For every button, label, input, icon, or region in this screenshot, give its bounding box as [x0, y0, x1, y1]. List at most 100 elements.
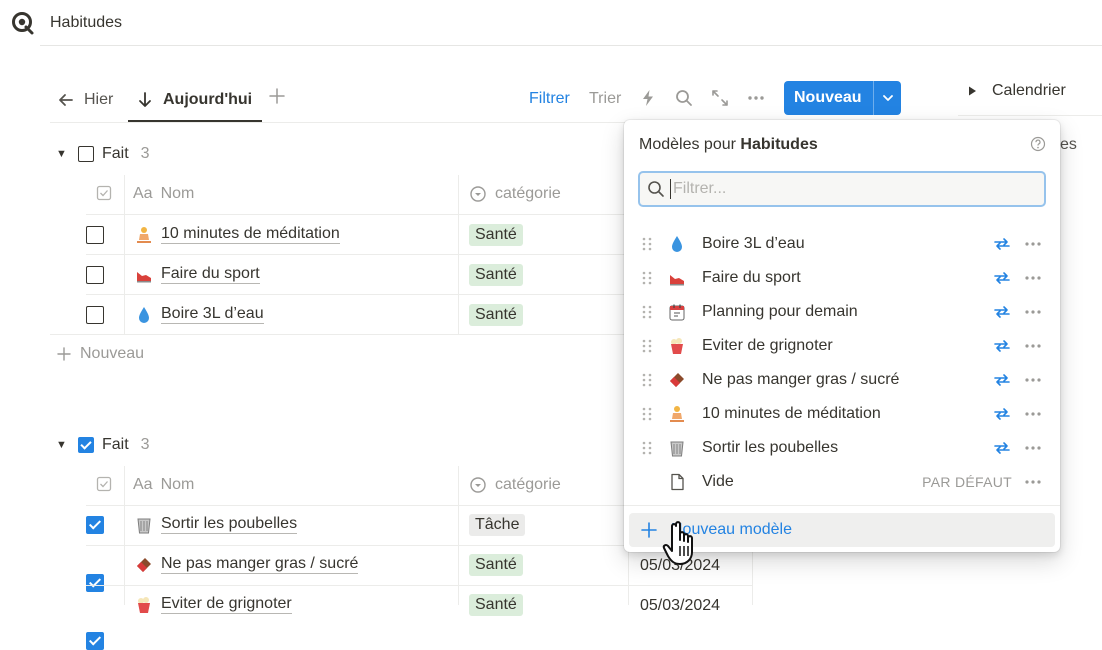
drag-handle-icon[interactable] — [642, 373, 652, 387]
expand-arrows-icon[interactable] — [710, 88, 730, 108]
more-dots-icon[interactable] — [1024, 411, 1042, 417]
search-icon — [648, 181, 664, 197]
new-row-button[interactable]: Nouveau — [56, 345, 144, 363]
group-checkbox-unchecked — [78, 146, 94, 162]
table-row-title[interactable]: 10 minutes de méditation — [135, 225, 340, 244]
table-row-title[interactable]: Ne pas manger gras / sucré — [135, 555, 359, 574]
template-name: Sortir les poubelles — [702, 439, 839, 456]
wastebasket-icon — [670, 441, 684, 457]
more-dots-icon[interactable] — [1024, 343, 1042, 349]
repeat-icon[interactable] — [992, 337, 1012, 355]
filter-button[interactable]: Filtrer — [529, 90, 570, 108]
calendar-toggle[interactable]: Calendrier — [966, 82, 1066, 100]
column-header-category[interactable]: catégorie — [469, 476, 561, 494]
search-icon[interactable] — [674, 88, 694, 108]
meditation-person-icon — [670, 406, 684, 422]
more-dots-icon[interactable] — [746, 88, 766, 108]
chevron-down-icon — [882, 95, 893, 101]
triangle-down-icon[interactable]: ▼ — [56, 439, 70, 451]
template-item[interactable]: Sortir les poubelles — [634, 431, 1050, 465]
text-property-icon: Aa — [133, 185, 153, 202]
drag-handle-icon[interactable] — [642, 237, 652, 251]
help-icon[interactable] — [1030, 136, 1046, 152]
repeat-icon[interactable] — [992, 405, 1012, 423]
row-title-text: 10 minutes de méditation — [161, 225, 340, 244]
template-item[interactable]: Faire du sport — [634, 261, 1050, 295]
more-dots-icon[interactable] — [1024, 309, 1042, 315]
template-search-input[interactable] — [670, 179, 1035, 199]
more-dots-icon[interactable] — [1024, 445, 1042, 451]
sort-button[interactable]: Trier — [589, 90, 621, 108]
column-header-category[interactable]: catégorie — [469, 185, 561, 203]
more-dots-icon[interactable] — [1024, 377, 1042, 383]
triangle-down-icon[interactable]: ▼ — [56, 148, 70, 160]
droplet-icon — [139, 306, 149, 323]
repeat-icon[interactable] — [992, 371, 1012, 389]
table-row-title[interactable]: Boire 3L d’eau — [135, 305, 264, 324]
drag-handle-icon[interactable] — [642, 407, 652, 421]
template-item[interactable]: Ne pas manger gras / sucré — [634, 363, 1050, 397]
row-checkbox-checked[interactable] — [86, 516, 104, 534]
template-item[interactable]: Eviter de grignoter — [634, 329, 1050, 363]
row-title-text: Ne pas manger gras / sucré — [161, 555, 359, 574]
row-checkbox[interactable] — [86, 306, 104, 324]
group-header-done[interactable]: ▼ Fait 3 — [56, 436, 150, 454]
new-button-dropdown[interactable] — [874, 91, 901, 105]
more-dots-icon[interactable] — [1024, 241, 1042, 247]
category-pill: Santé — [469, 554, 523, 576]
app-logo-icon — [12, 12, 34, 35]
arrow-left-icon — [59, 94, 73, 106]
more-dots-icon[interactable] — [1024, 275, 1042, 281]
category-pill: Santé — [469, 304, 523, 326]
template-item[interactable]: Boire 3L d’eau — [634, 227, 1050, 261]
column-header-checkbox[interactable] — [96, 476, 112, 492]
repeat-icon[interactable] — [992, 269, 1012, 287]
checkbox-property-icon — [96, 185, 112, 201]
row-checkbox-checked[interactable] — [86, 632, 104, 650]
date-cell: 05/03/2024 — [640, 597, 721, 614]
category-pill: Santé — [469, 264, 523, 286]
default-badge: PAR DÉFAUT — [922, 474, 1012, 490]
category-pill: Santé — [469, 594, 523, 616]
row-checkbox[interactable] — [86, 226, 104, 244]
row-checkbox[interactable] — [86, 266, 104, 284]
add-view-button[interactable] — [268, 85, 286, 111]
drag-handle-icon[interactable] — [642, 339, 652, 353]
new-button-label[interactable]: Nouveau — [784, 89, 873, 107]
hand-cursor-icon — [662, 521, 693, 565]
template-name: Eviter de grignoter — [702, 337, 833, 354]
row-checkbox-checked[interactable] — [86, 574, 104, 592]
group-header-not-done[interactable]: ▼ Fait 3 — [56, 145, 150, 163]
repeat-icon[interactable] — [992, 235, 1012, 253]
template-item[interactable]: Planning pour demain — [634, 295, 1050, 329]
automation-bolt-icon[interactable] — [638, 88, 658, 108]
more-dots-icon[interactable] — [1024, 479, 1042, 485]
column-header-name[interactable]: Aa Nom — [133, 476, 194, 494]
tab-label: Aujourd'hui — [163, 91, 253, 108]
column-header-checkbox[interactable] — [96, 185, 112, 201]
drag-handle-icon[interactable] — [642, 441, 652, 455]
drag-handle-icon[interactable] — [642, 305, 652, 319]
template-item[interactable]: 10 minutes de méditation — [634, 397, 1050, 431]
repeat-icon[interactable] — [992, 439, 1012, 457]
table-divider — [86, 294, 626, 295]
tab-aujourdhui[interactable]: Aujourd'hui — [135, 86, 252, 114]
table-row-title[interactable]: Sortir les poubelles — [135, 515, 298, 534]
tab-hier[interactable]: Hier — [56, 86, 113, 114]
new-button[interactable]: Nouveau — [784, 81, 901, 115]
column-header-name[interactable]: Aa Nom — [133, 185, 194, 203]
blank-page-icon — [671, 473, 684, 491]
select-property-icon — [470, 186, 486, 202]
chocolate-bar-icon — [137, 557, 151, 572]
table-row-title[interactable]: Faire du sport — [135, 265, 260, 284]
repeat-icon[interactable] — [992, 303, 1012, 321]
popup-title: Modèles pour Habitudes — [639, 136, 818, 154]
plus-icon — [57, 347, 71, 361]
template-search-field[interactable] — [638, 171, 1046, 207]
tabs-divider — [50, 122, 625, 123]
clipped-text: es — [1060, 136, 1077, 153]
template-item-default[interactable]: Vide PAR DÉFAUT — [634, 465, 1050, 499]
drag-handle-icon[interactable] — [642, 271, 652, 285]
arrow-down-icon — [139, 92, 151, 107]
popup-title-database: Habitudes — [740, 136, 818, 153]
